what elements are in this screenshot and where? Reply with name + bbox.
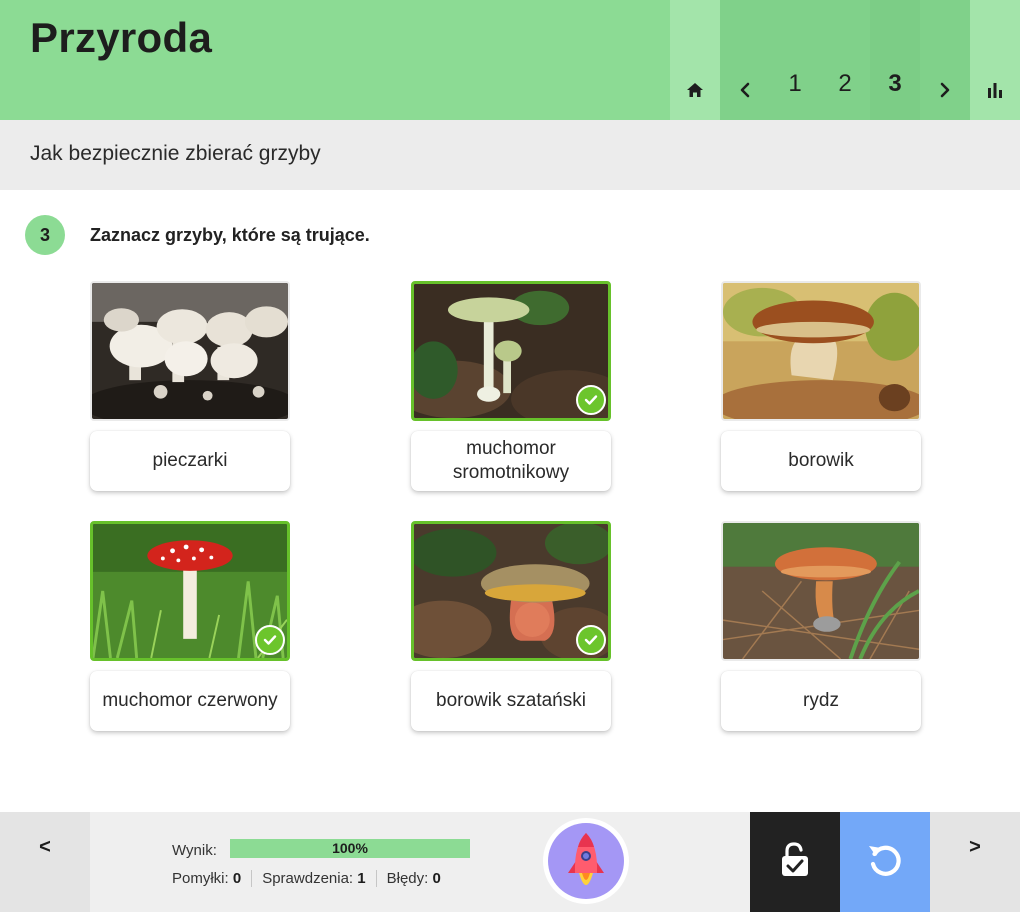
answer-label[interactable]: borowik — [721, 431, 921, 491]
answer-label[interactable]: muchomor czerwony — [90, 671, 290, 731]
answer-card-pieczarki: pieczarki — [90, 281, 290, 491]
score-progress-bar: 100% — [230, 839, 470, 858]
stats-row: Pomyłki: 0 Sprawdzenia: 1 Błędy: 0 — [172, 870, 451, 887]
page-3-button[interactable]: 3 — [870, 0, 920, 120]
answer-image-borowik-szatanski[interactable] — [411, 521, 611, 661]
checks-value: 1 — [357, 870, 366, 887]
score-label: Wynik: — [172, 842, 217, 859]
checks-label: Sprawdzenia: — [262, 870, 354, 887]
lesson-title: Jak bezpiecznie zbierać grzyby — [30, 142, 321, 165]
unlock-check-icon — [780, 841, 810, 883]
mushroom-photo — [92, 283, 288, 419]
errors-label: Błędy: — [386, 870, 429, 887]
mistakes-value: 0 — [232, 870, 242, 887]
reset-button[interactable] — [840, 812, 930, 912]
answer-label[interactable]: pieczarki — [90, 431, 290, 491]
answer-image-pieczarki[interactable] — [90, 281, 290, 421]
page-1-button[interactable]: 1 — [770, 0, 820, 120]
footer-prev-button[interactable]: < — [0, 812, 90, 912]
footer-bar: < Wynik: 100% Pomyłki: 0 Sprawdzenia: 1 … — [0, 812, 1020, 912]
mushroom-photo — [723, 283, 919, 419]
question-text: Zaznacz grzyby, które są trujące. — [90, 225, 370, 245]
answer-label[interactable]: rydz — [721, 671, 921, 731]
answer-card-borowik: borowik — [721, 281, 921, 491]
app-header: Przyroda 1 2 3 — [0, 0, 1020, 120]
errors-stat: Błędy: 0 — [375, 870, 451, 887]
answer-card-rydz: rydz — [721, 521, 921, 731]
answer-image-muchomor-sromotnikowy[interactable] — [411, 281, 611, 421]
home-button[interactable] — [670, 0, 720, 120]
next-page-button[interactable] — [920, 0, 970, 120]
prev-page-button[interactable] — [720, 0, 770, 120]
question-number-badge: 3 — [25, 215, 65, 255]
mistakes-label: Pomyłki: — [172, 870, 229, 887]
answer-label[interactable]: borowik szatański — [411, 671, 611, 731]
show-solution-button[interactable] — [750, 812, 840, 912]
refresh-icon — [866, 841, 904, 884]
chevron-left-icon — [739, 82, 751, 98]
answer-image-rydz[interactable] — [721, 521, 921, 661]
selected-check-icon — [576, 625, 606, 655]
lesson-bar: Jak bezpiecznie zbierać grzyby — [0, 120, 1020, 190]
rocket-badge — [543, 818, 629, 904]
mushroom-photo — [723, 523, 919, 659]
answer-label[interactable]: muchomor sromotnikowy — [411, 431, 611, 491]
page-navigation: 1 2 3 — [670, 0, 1020, 120]
checks-stat: Sprawdzenia: 1 — [251, 870, 375, 887]
selected-check-icon — [576, 385, 606, 415]
answer-image-muchomor-czerwony[interactable] — [90, 521, 290, 661]
answer-image-borowik[interactable] — [721, 281, 921, 421]
footer-next-button[interactable]: > — [930, 812, 1020, 912]
page-2-button[interactable]: 2 — [820, 0, 870, 120]
answer-card-muchomor-czerwony: muchomor czerwony — [90, 521, 290, 731]
chevron-right-icon — [939, 82, 951, 98]
rocket-icon — [548, 823, 624, 899]
bar-chart-icon — [987, 82, 1003, 98]
mistakes-stat: Pomyłki: 0 — [172, 870, 251, 887]
answer-card-borowik-szatanski: borowik szatański — [411, 521, 611, 731]
app-title: Przyroda — [30, 14, 213, 61]
errors-value: 0 — [432, 870, 441, 887]
stats-button[interactable] — [970, 0, 1020, 120]
answer-card-muchomor-sromotnikowy: muchomor sromotnikowy — [411, 281, 611, 491]
selected-check-icon — [255, 625, 285, 655]
score-percent: 100% — [332, 840, 368, 856]
home-icon — [686, 82, 704, 98]
